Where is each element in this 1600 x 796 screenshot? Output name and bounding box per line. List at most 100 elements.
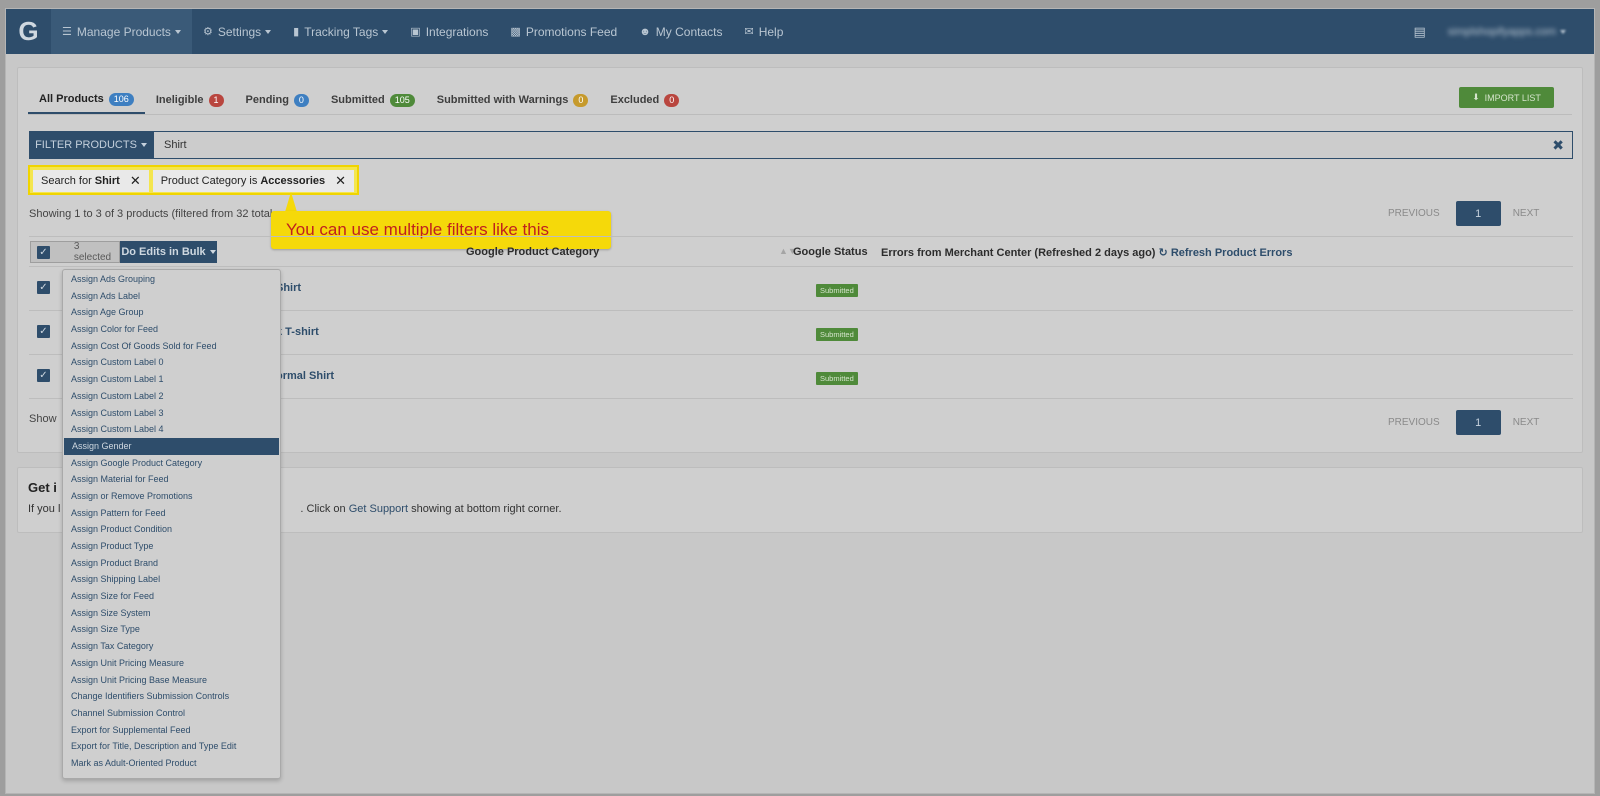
get-support-link[interactable]: Get Support bbox=[349, 503, 408, 515]
bulk-menu-item[interactable]: Channel Submission Control bbox=[63, 705, 280, 722]
bulk-edit-label: Do Edits in Bulk bbox=[121, 246, 206, 258]
column-header-status: Google Status bbox=[793, 246, 868, 258]
import-list-button[interactable]: ⬇ IMPORT LIST bbox=[1459, 87, 1554, 108]
filter-bar: FILTER PRODUCTS Shirt ✖ bbox=[29, 131, 1573, 159]
tab-label: All Products bbox=[39, 93, 104, 105]
nav-label: My Contacts bbox=[655, 24, 723, 39]
bulk-menu-item[interactable]: Assign Unit Pricing Base Measure bbox=[63, 672, 280, 689]
app-window: G ☰ Manage Products ⚙ Settings ▮ Trackin… bbox=[5, 8, 1595, 794]
nav-manage-products[interactable]: ☰ Manage Products bbox=[51, 9, 192, 54]
bulk-menu-item[interactable]: Assign Gender bbox=[64, 437, 279, 455]
clear-filter-icon[interactable]: ✖ bbox=[1552, 137, 1564, 154]
tab-excluded[interactable]: Excluded 0 bbox=[599, 86, 690, 114]
tab-label: Ineligible bbox=[155, 94, 204, 106]
bulk-menu-item[interactable]: Assign Unit Pricing Measure bbox=[63, 655, 280, 672]
bulk-menu-item[interactable]: Assign Custom Label 3 bbox=[63, 405, 280, 422]
bulk-menu-item[interactable]: Assign Custom Label 4 bbox=[63, 421, 280, 438]
nav-my-contacts[interactable]: ☻ My Contacts bbox=[628, 9, 733, 54]
nav-help[interactable]: ✉ Help bbox=[733, 9, 794, 54]
bulk-edit-button[interactable]: Do Edits in Bulk bbox=[120, 241, 217, 263]
bulk-menu-item[interactable]: Assign Product Type bbox=[63, 538, 280, 555]
bulk-menu-item[interactable]: Assign Size System bbox=[63, 605, 280, 622]
bulk-menu-item[interactable]: Assign Pattern for Feed bbox=[63, 505, 280, 522]
bulk-menu-item[interactable]: Assign Cost Of Goods Sold for Feed bbox=[63, 338, 280, 355]
bulk-menu-item[interactable]: Assign Material for Feed bbox=[63, 471, 280, 488]
bulk-menu-item[interactable]: Assign Custom Label 0 bbox=[63, 354, 280, 371]
page-1-button[interactable]: 1 bbox=[1455, 410, 1501, 435]
active-filter-chips: Search for Shirt ✕ Product Category is A… bbox=[28, 165, 360, 195]
bulk-menu-item[interactable]: Mark as Adult-Oriented Product bbox=[63, 755, 280, 772]
filter-value: Shirt bbox=[164, 139, 187, 151]
next-page-button[interactable]: NEXT bbox=[1513, 417, 1540, 428]
tab-ineligible[interactable]: Ineligible 1 bbox=[145, 86, 235, 114]
filter-search-input[interactable]: Shirt ✖ bbox=[153, 131, 1573, 159]
errors-header-label: Errors from Merchant Center (Refreshed 2… bbox=[881, 247, 1156, 259]
row-checkbox[interactable]: ✓ bbox=[37, 325, 50, 338]
column-header-category[interactable]: Google Product Category bbox=[466, 246, 599, 258]
nav-label: Integrations bbox=[425, 24, 489, 39]
nav-promotions-feed[interactable]: ▩ Promotions Feed bbox=[499, 9, 628, 54]
bulk-menu-item[interactable]: Assign Tax Category bbox=[63, 638, 280, 655]
bulk-menu-item[interactable]: Export for Title, Description and Type E… bbox=[63, 738, 280, 755]
filter-products-button[interactable]: FILTER PRODUCTS bbox=[29, 131, 153, 159]
product-name-link[interactable]: k T-shirt bbox=[276, 326, 319, 338]
bulk-menu-item[interactable]: Assign Size Type bbox=[63, 621, 280, 638]
top-navbar: G ☰ Manage Products ⚙ Settings ▮ Trackin… bbox=[6, 9, 1594, 54]
select-all-control[interactable]: ✓ 3 selected bbox=[30, 241, 120, 263]
tab-pending[interactable]: Pending 0 bbox=[235, 86, 320, 114]
row-checkbox[interactable]: ✓ bbox=[37, 369, 50, 382]
clipboard-icon: ▩ bbox=[510, 26, 521, 38]
bulk-menu-item[interactable]: Assign Custom Label 1 bbox=[63, 371, 280, 388]
tab-submitted-with-warnings[interactable]: Submitted with Warnings 0 bbox=[426, 86, 600, 114]
bulk-menu-item[interactable]: Assign Ads Label bbox=[63, 288, 280, 305]
nav-tracking-tags[interactable]: ▮ Tracking Tags bbox=[282, 9, 399, 54]
nav-integrations[interactable]: ▣ Integrations bbox=[399, 9, 499, 54]
remove-chip-icon[interactable]: ✕ bbox=[335, 173, 346, 189]
next-page-button[interactable]: NEXT bbox=[1513, 208, 1540, 219]
filter-chip-category: Product Category is Accessories ✕ bbox=[152, 170, 355, 192]
tab-all-products[interactable]: All Products 106 bbox=[28, 86, 145, 114]
bulk-menu-item[interactable]: Assign Color for Feed bbox=[63, 321, 280, 338]
chip-value: Accessories bbox=[260, 175, 326, 187]
bulk-menu-item[interactable]: Assign Product Condition bbox=[63, 521, 280, 538]
page-1-button[interactable]: 1 bbox=[1455, 201, 1501, 226]
bulk-menu-item[interactable]: Assign Age Group bbox=[63, 304, 280, 321]
table-header: ✓ 3 selected Do Edits in Bulk Google Pro… bbox=[29, 236, 1573, 267]
account-menu[interactable]: simplshopifyapps.com bbox=[1448, 26, 1556, 38]
tab-label: Pending bbox=[245, 94, 289, 106]
id-card-icon[interactable]: ▤ bbox=[1413, 24, 1425, 40]
refresh-errors-link[interactable]: ↻ Refresh Product Errors bbox=[1159, 247, 1293, 259]
caret-down-icon bbox=[174, 29, 181, 34]
chip-value: Shirt bbox=[94, 175, 120, 187]
previous-page-button[interactable]: PREVIOUS bbox=[1388, 417, 1440, 428]
bulk-menu-item[interactable]: Assign Size for Feed bbox=[63, 588, 280, 605]
status-tabs: All Products 106 Ineligible 1 Pending 0 … bbox=[28, 86, 690, 114]
bulk-menu-item[interactable]: Assign Google Product Category bbox=[63, 455, 280, 472]
select-all-checkbox[interactable]: ✓ bbox=[37, 245, 50, 259]
bulk-menu-item[interactable]: Assign Shipping Label bbox=[63, 571, 280, 588]
tab-label: Submitted with Warnings bbox=[436, 94, 569, 106]
row-checkbox[interactable]: ✓ bbox=[37, 281, 50, 294]
bulk-menu-item[interactable]: Change Identifiers Submission Controls bbox=[63, 688, 280, 705]
bulk-menu-item[interactable]: Assign Custom Label 2 bbox=[63, 388, 280, 405]
nav-settings[interactable]: ⚙ Settings bbox=[192, 9, 282, 54]
count-badge: 1 bbox=[208, 93, 224, 107]
status-badge: Submitted bbox=[816, 328, 858, 341]
nav-label: Manage Products bbox=[76, 24, 171, 39]
count-badge: 106 bbox=[108, 92, 134, 106]
product-name-link[interactable]: ormal Shirt bbox=[276, 370, 334, 382]
status-badge: Submitted bbox=[816, 284, 858, 297]
bulk-menu-item[interactable]: Export for Supplemental Feed bbox=[63, 722, 280, 739]
bulk-menu-item[interactable]: Assign Product Brand bbox=[63, 555, 280, 572]
bulk-menu-item[interactable]: Assign Ads Grouping bbox=[63, 271, 280, 288]
remove-chip-icon[interactable]: ✕ bbox=[130, 173, 141, 189]
bulk-menu-item[interactable]: Assign or Remove Promotions bbox=[63, 488, 280, 505]
caret-down-icon bbox=[382, 29, 389, 34]
previous-page-button[interactable]: PREVIOUS bbox=[1388, 208, 1440, 219]
count-badge: 0 bbox=[293, 93, 309, 107]
tab-submitted[interactable]: Submitted 105 bbox=[320, 86, 426, 114]
footer-showing-text: Show bbox=[29, 413, 57, 425]
brand-logo[interactable]: G bbox=[6, 9, 51, 54]
caret-down-icon bbox=[1560, 29, 1566, 34]
bar-chart-icon: ▮ bbox=[293, 26, 300, 38]
